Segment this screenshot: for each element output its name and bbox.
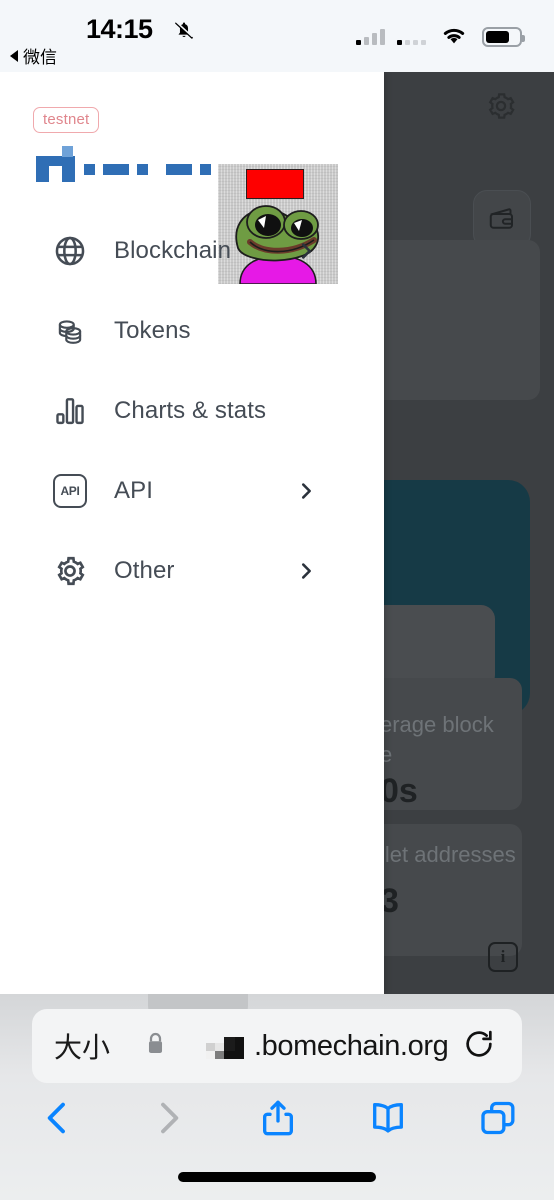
phone-screen: 14:15 微信 erage block e 0s llet addresses… xyxy=(0,0,554,1200)
globe-icon xyxy=(50,231,90,271)
text-size-button[interactable]: 大小 xyxy=(54,1026,110,1066)
wifi-icon xyxy=(440,24,468,50)
sidebar-item-label: Other xyxy=(114,557,175,584)
address-bar[interactable]: 大小 .bomechain.org xyxy=(32,1009,522,1083)
pixelated-subdomain xyxy=(206,1037,256,1059)
back-to-app-link[interactable]: 微信 xyxy=(10,43,57,68)
forward-button[interactable] xyxy=(130,1088,206,1148)
sidebar-item-tokens[interactable]: Tokens xyxy=(0,304,384,358)
sidebar-item-label: Blockchain xyxy=(114,237,232,264)
sidebar-item-api[interactable]: API API xyxy=(0,464,384,518)
bookmarks-icon[interactable] xyxy=(350,1088,426,1148)
navigation-drawer: testnet Blockchain Tokens Charts & stats… xyxy=(0,72,384,994)
info-icon-label: i xyxy=(500,947,506,966)
status-bar: 14:15 微信 xyxy=(0,0,554,72)
tabs-icon[interactable] xyxy=(460,1088,536,1148)
sidebar-item-charts-stats[interactable]: Charts & stats xyxy=(0,384,384,438)
battery-icon xyxy=(482,27,525,47)
back-to-app-label: 微信 xyxy=(23,48,57,67)
sidebar-item-other[interactable]: Other xyxy=(0,544,384,598)
chevron-right-icon xyxy=(295,240,317,262)
stat-value-block-time: 0s xyxy=(380,772,418,810)
back-button[interactable] xyxy=(20,1088,96,1148)
stat-label-block-time: erage block xyxy=(380,712,494,737)
gear-icon xyxy=(50,551,90,591)
info-icon[interactable]: i xyxy=(488,942,518,972)
cellular-signal-icon xyxy=(356,29,385,45)
status-badge: testnet xyxy=(33,107,100,133)
stat-label-wallet-addresses: llet addresses xyxy=(380,842,516,867)
chevron-right-icon xyxy=(295,560,317,582)
safari-toolbar xyxy=(0,1088,554,1148)
home-indicator xyxy=(178,1172,376,1182)
chevron-right-icon xyxy=(295,480,317,502)
safari-bottom-chrome: 大小 .bomechain.org xyxy=(0,994,554,1200)
api-icon-label: API xyxy=(53,474,87,508)
sidebar-item-label: Tokens xyxy=(114,317,191,344)
bar-chart-icon xyxy=(50,391,90,431)
blockscout-wordmark-logo[interactable] xyxy=(36,142,211,187)
lock-icon[interactable] xyxy=(142,1030,169,1062)
cellular-signal-dots-icon xyxy=(397,29,426,45)
url-text[interactable]: .bomechain.org xyxy=(254,1030,449,1063)
bell-slash-icon xyxy=(173,18,195,42)
share-icon[interactable] xyxy=(240,1088,316,1148)
status-bar-indicators xyxy=(356,24,525,50)
sidebar-item-label: Charts & stats xyxy=(114,397,267,424)
api-icon: API xyxy=(50,471,90,511)
status-bar-clock: 14:15 xyxy=(86,14,153,44)
coins-icon xyxy=(50,311,90,351)
back-triangle-icon xyxy=(10,49,18,62)
sidebar-item-label: API xyxy=(114,477,153,504)
reload-icon[interactable] xyxy=(462,1027,496,1066)
gear-icon[interactable] xyxy=(485,90,517,127)
sidebar-item-blockchain[interactable]: Blockchain xyxy=(0,224,384,278)
